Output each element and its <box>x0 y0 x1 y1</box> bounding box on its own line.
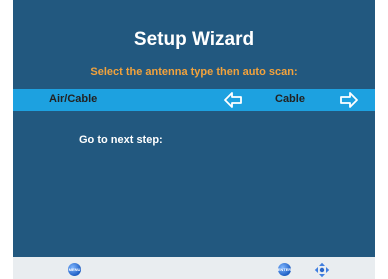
arrow-left-icon[interactable] <box>223 91 243 109</box>
antenna-type-selector[interactable]: Air/Cable Cable <box>13 89 375 111</box>
page-title: Setup Wizard <box>133 29 255 50</box>
instruction-text: Select the antenna type then auto scan: <box>90 66 298 78</box>
antenna-type-label: Air/Cable <box>49 93 98 105</box>
next-step-item[interactable]: Go to next step: <box>79 134 163 146</box>
enter-button-label: ENTER <box>277 266 292 272</box>
navigation-arrows-icon[interactable] <box>314 262 330 278</box>
enter-button-icon[interactable]: ENTER <box>278 263 291 276</box>
setup-wizard-screen: Setup Wizard Select the antenna type the… <box>13 0 375 279</box>
antenna-type-value: Cable <box>275 93 305 105</box>
footer-bar: MENU ENTER <box>13 257 375 279</box>
arrow-right-icon[interactable] <box>339 91 359 109</box>
menu-button-label: MENU <box>68 266 81 272</box>
menu-button-icon[interactable]: MENU <box>68 263 81 276</box>
wizard-panel: Setup Wizard Select the antenna type the… <box>13 0 375 257</box>
